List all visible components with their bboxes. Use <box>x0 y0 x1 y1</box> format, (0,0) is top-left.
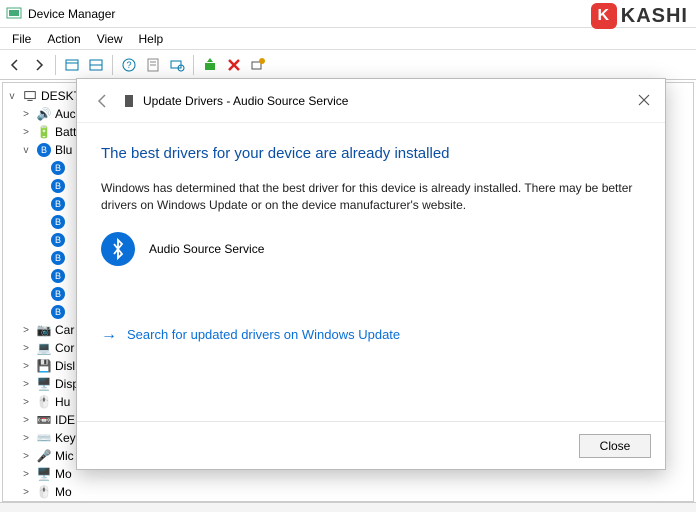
show-hidden-button[interactable] <box>61 54 83 76</box>
expand-icon[interactable]: > <box>19 109 33 120</box>
menu-help[interactable]: Help <box>131 30 172 48</box>
bluetooth-icon: B <box>50 178 66 194</box>
computer-icon <box>22 88 38 104</box>
bluetooth-icon: B <box>50 286 66 302</box>
expand-icon[interactable]: v <box>5 91 19 102</box>
device-name: Audio Source Service <box>149 242 264 256</box>
back-button[interactable] <box>91 89 115 113</box>
search-windows-update-link[interactable]: → Search for updated drivers on Windows … <box>101 326 641 344</box>
brand-logo: K KASHI <box>591 3 688 29</box>
bluetooth-icon: B <box>50 268 66 284</box>
help-button[interactable]: ? <box>118 54 140 76</box>
bluetooth-icon: B <box>50 196 66 212</box>
brand-icon: K <box>591 3 617 29</box>
mouse-icon: 🖱️ <box>36 484 52 500</box>
expand-icon[interactable]: > <box>19 379 33 390</box>
tree-item-label: Key <box>55 431 76 445</box>
battery-icon: 🔋 <box>36 124 52 140</box>
expand-icon[interactable]: > <box>19 469 33 480</box>
keyboard-icon: ⌨️ <box>36 430 52 446</box>
ide-icon: 📼 <box>36 412 52 428</box>
toolbar-separator <box>55 55 56 75</box>
mic-icon: 🎤 <box>36 448 52 464</box>
expand-icon[interactable]: > <box>19 361 33 372</box>
menu-view[interactable]: View <box>89 30 131 48</box>
status-bar <box>0 502 696 512</box>
dialog-message: Windows has determined that the best dri… <box>101 180 641 214</box>
tree-item-label: IDE <box>55 413 75 427</box>
camera-icon: 📷 <box>36 322 52 338</box>
update-driver-button[interactable] <box>199 54 221 76</box>
toolbar-separator <box>112 55 113 75</box>
expand-icon[interactable]: > <box>19 397 33 408</box>
bluetooth-icon: B <box>50 214 66 230</box>
expand-icon[interactable]: > <box>19 415 33 426</box>
tree-item-label: Batt <box>55 125 76 139</box>
back-button[interactable] <box>4 54 26 76</box>
bluetooth-icon: B <box>50 160 66 176</box>
svg-text:?: ? <box>126 60 131 70</box>
tree-item-label: Mo <box>55 467 72 481</box>
tree-item-label: Auc <box>55 107 76 121</box>
expand-icon[interactable]: > <box>19 433 33 444</box>
monitor-icon: 🖥️ <box>36 466 52 482</box>
tree-item-label: Disl <box>55 359 75 373</box>
close-button[interactable]: Close <box>579 434 651 458</box>
close-icon[interactable] <box>633 89 655 111</box>
tree-item-label: Mic <box>55 449 74 463</box>
dialog-header: Update Drivers - Audio Source Service <box>77 79 665 123</box>
tree-item-label: Cor <box>55 341 74 355</box>
menubar: File Action View Help <box>0 28 696 50</box>
expand-icon[interactable]: > <box>19 451 33 462</box>
bluetooth-icon: B <box>36 142 52 158</box>
brand-name: KASHI <box>621 5 688 28</box>
arrow-right-icon: → <box>101 326 117 344</box>
tree-item-label: Hu <box>55 395 70 409</box>
dialog-title: The best drivers for your device are alr… <box>101 145 641 162</box>
hid-icon: 🖱️ <box>36 394 52 410</box>
menu-action[interactable]: Action <box>39 30 88 48</box>
audio-icon: 🔊 <box>36 106 52 122</box>
expand-icon[interactable]: > <box>19 127 33 138</box>
bluetooth-icon: B <box>50 232 66 248</box>
dialog-header-title: Update Drivers - Audio Source Service <box>143 94 348 108</box>
bluetooth-icon: B <box>50 304 66 320</box>
action-button[interactable] <box>85 54 107 76</box>
driver-icon <box>123 94 137 108</box>
expand-icon[interactable]: > <box>19 343 33 354</box>
computer-icon: 💻 <box>36 340 52 356</box>
tree-item-label: Car <box>55 323 74 337</box>
tree-item[interactable]: >🖱️Mo <box>5 483 691 501</box>
expand-icon[interactable]: v <box>19 145 33 156</box>
bluetooth-icon: B <box>50 250 66 266</box>
scan-button[interactable] <box>166 54 188 76</box>
uninstall-button[interactable] <box>223 54 245 76</box>
disable-button[interactable] <box>247 54 269 76</box>
tree-item-label: Mo <box>55 485 72 499</box>
dialog-body: The best drivers for your device are alr… <box>77 123 665 421</box>
forward-button[interactable] <box>28 54 50 76</box>
toolbar-separator <box>193 55 194 75</box>
disk-icon: 💾 <box>36 358 52 374</box>
link-label: Search for updated drivers on Windows Up… <box>127 327 400 342</box>
bluetooth-icon <box>101 232 135 266</box>
properties-button[interactable] <box>142 54 164 76</box>
expand-icon[interactable]: > <box>19 325 33 336</box>
device-row: Audio Source Service <box>101 232 641 266</box>
menu-file[interactable]: File <box>4 30 39 48</box>
app-icon <box>6 6 22 22</box>
dialog-footer: Close <box>77 421 665 469</box>
toolbar: ? <box>0 50 696 80</box>
update-driver-dialog: Update Drivers - Audio Source Service Th… <box>76 78 666 470</box>
display-icon: 🖥️ <box>36 376 52 392</box>
expand-icon[interactable]: > <box>19 487 33 498</box>
tree-item-label: Blu <box>55 143 72 157</box>
